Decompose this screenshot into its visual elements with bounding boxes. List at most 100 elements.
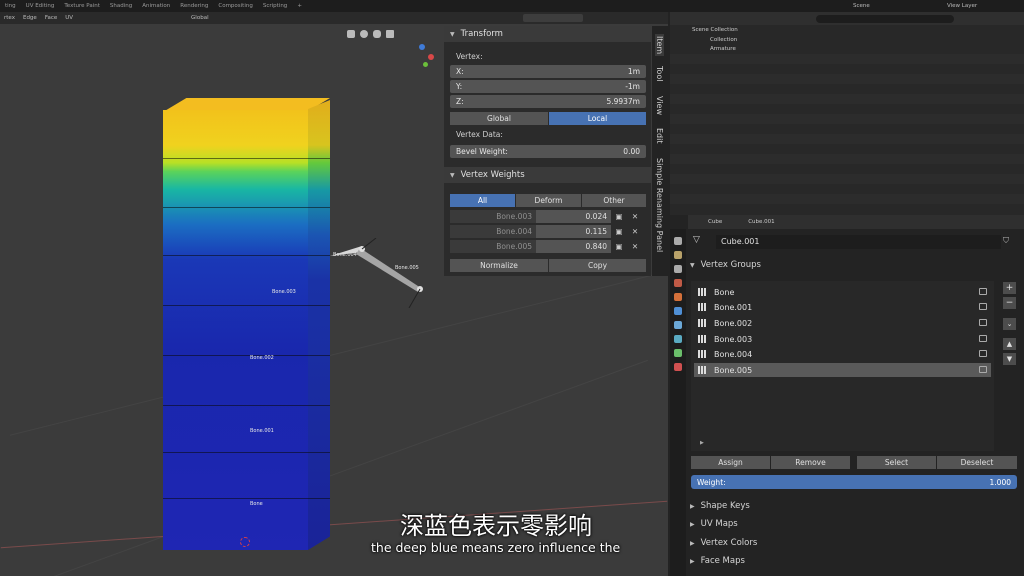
lock-icon[interactable] [979,335,987,342]
grid-view-icon[interactable] [347,30,355,38]
filter-deform[interactable]: Deform [516,194,581,207]
vertex-group-item[interactable]: Bone.001 [694,300,991,314]
tool-tab-icon[interactable] [674,237,682,245]
tab-tool[interactable]: Tool [655,66,664,82]
viewport-tools [347,30,401,39]
material-tab-icon[interactable] [674,363,682,371]
workspace-tab[interactable]: Compositing [213,3,257,9]
mesh-name-field[interactable]: Cube.001 [716,235,1001,249]
viewport-header: rtex Edge Face UV Global [0,12,668,24]
lock-icon[interactable] [979,350,987,357]
render-tab-icon[interactable] [674,251,682,259]
zoom-icon[interactable] [360,30,368,38]
workspace-tab[interactable]: Rendering [175,3,213,9]
mode-uv[interactable]: UV [61,15,77,21]
select-button[interactable]: Select [857,456,936,469]
fake-user-shield-icon[interactable]: ⛉ [1003,236,1016,248]
paste-icon[interactable]: ▣ [611,212,627,221]
close-icon[interactable]: ✕ [627,212,643,221]
lock-icon[interactable] [979,366,987,373]
face-maps-header[interactable]: ▶ Face Maps [690,556,745,566]
close-icon[interactable]: ✕ [627,242,643,251]
vertex-group-item[interactable]: Bone.002 [694,316,991,330]
weight-value-field[interactable]: 0.840 [536,240,611,253]
vertex-colors-header[interactable]: ▶ Vertex Colors [690,538,757,548]
tab-simple-renaming[interactable]: Simple Renaming Panel [655,158,664,252]
x-field[interactable]: X: 1m [450,65,646,78]
vertex-weights-header[interactable]: ▼ Vertex Weights [444,167,651,183]
filter-all[interactable]: All [450,194,515,207]
copy-button[interactable]: Copy [549,259,646,272]
remove-button[interactable]: Remove [771,456,850,469]
move-up-icon[interactable]: ▲ [1003,338,1016,350]
workspace-tab[interactable]: Scripting [258,3,292,9]
particles-tab-icon[interactable] [674,321,682,329]
scene-selector[interactable]: Scene [853,3,870,9]
vertex-group-icon [698,319,707,327]
mode-edge[interactable]: Edge [19,15,41,21]
add-group-button[interactable]: + [1003,282,1016,294]
workspace-tab[interactable]: Texture Paint [59,3,105,9]
outliner-header [670,12,1024,25]
mesh-data-icon[interactable]: ▽ [693,235,709,248]
navigation-gizmo[interactable] [408,44,434,70]
hand-pan-icon[interactable] [373,30,381,38]
tab-item[interactable]: Item [655,34,664,57]
y-field[interactable]: Y: -1m [450,80,646,93]
orientation-dropdown[interactable]: Global [187,15,213,21]
lock-icon[interactable] [979,288,987,295]
normalize-button[interactable]: Normalize [450,259,548,272]
uv-maps-header[interactable]: ▶ UV Maps [690,519,738,529]
tab-edit[interactable]: Edit [655,128,664,144]
bevel-weight-field[interactable]: Bevel Weight: 0.00 [450,145,646,158]
output-tab-icon[interactable] [674,265,682,273]
modifier-tab-icon[interactable] [674,307,682,315]
outliner-collection[interactable]: Collection [710,37,737,43]
close-icon[interactable]: ✕ [627,227,643,236]
paste-icon[interactable]: ▣ [611,242,627,251]
tab-view[interactable]: View [655,96,664,115]
vertex-group-item-selected[interactable]: Bone.005 [694,363,991,377]
outliner-scene-collection[interactable]: Scene Collection [692,27,738,33]
add-workspace-button[interactable]: + [292,3,307,9]
lock-icon[interactable] [979,319,987,326]
weight-slider[interactable]: Weight: 1.000 [691,475,1017,489]
scene-tab-icon[interactable] [674,279,682,287]
group-specials-icon[interactable]: ⌄ [1003,318,1016,330]
mode-face[interactable]: Face [41,15,61,21]
expand-list-icon[interactable]: ▶ [700,440,704,446]
deselect-button[interactable]: Deselect [937,456,1017,469]
shape-keys-header[interactable]: ▶ Shape Keys [690,501,750,511]
data-tab-icon[interactable] [674,349,682,357]
outliner-search-input[interactable] [816,14,954,23]
weight-value-field[interactable]: 0.024 [536,210,611,223]
workspace-tab[interactable]: ting [0,3,21,9]
object-tab-icon[interactable] [674,293,682,301]
x-axis-icon [428,54,434,60]
vertex-group-item[interactable]: Bone.004 [694,347,991,361]
filter-other[interactable]: Other [582,194,646,207]
z-field[interactable]: Z: 5.9937m [450,95,646,108]
camera-icon[interactable] [386,30,394,38]
mode-vertex[interactable]: rtex [0,15,19,21]
workspace-tab[interactable]: UV Editing [21,3,60,9]
shading-buttons[interactable] [522,14,583,22]
vertex-group-icon [698,288,707,296]
vertex-group-item[interactable]: Bone [694,285,991,299]
workspace-tab[interactable]: Animation [137,3,175,9]
move-down-icon[interactable]: ▼ [1003,353,1016,365]
vertex-groups-header[interactable]: ▼ Vertex Groups [690,260,761,270]
remove-group-button[interactable]: − [1003,297,1016,309]
global-toggle[interactable]: Global [450,112,548,125]
assign-button[interactable]: Assign [691,456,770,469]
vertex-group-item[interactable]: Bone.003 [694,332,991,346]
outliner-armature[interactable]: Armature [710,46,736,52]
transform-header[interactable]: ▼ Transform [444,26,651,42]
view-layer-selector[interactable]: View Layer [947,3,977,9]
weight-value-field[interactable]: 0.115 [536,225,611,238]
local-toggle[interactable]: Local [549,112,646,125]
paste-icon[interactable]: ▣ [611,227,627,236]
physics-tab-icon[interactable] [674,335,682,343]
lock-icon[interactable] [979,303,987,310]
workspace-tab[interactable]: Shading [105,3,137,9]
